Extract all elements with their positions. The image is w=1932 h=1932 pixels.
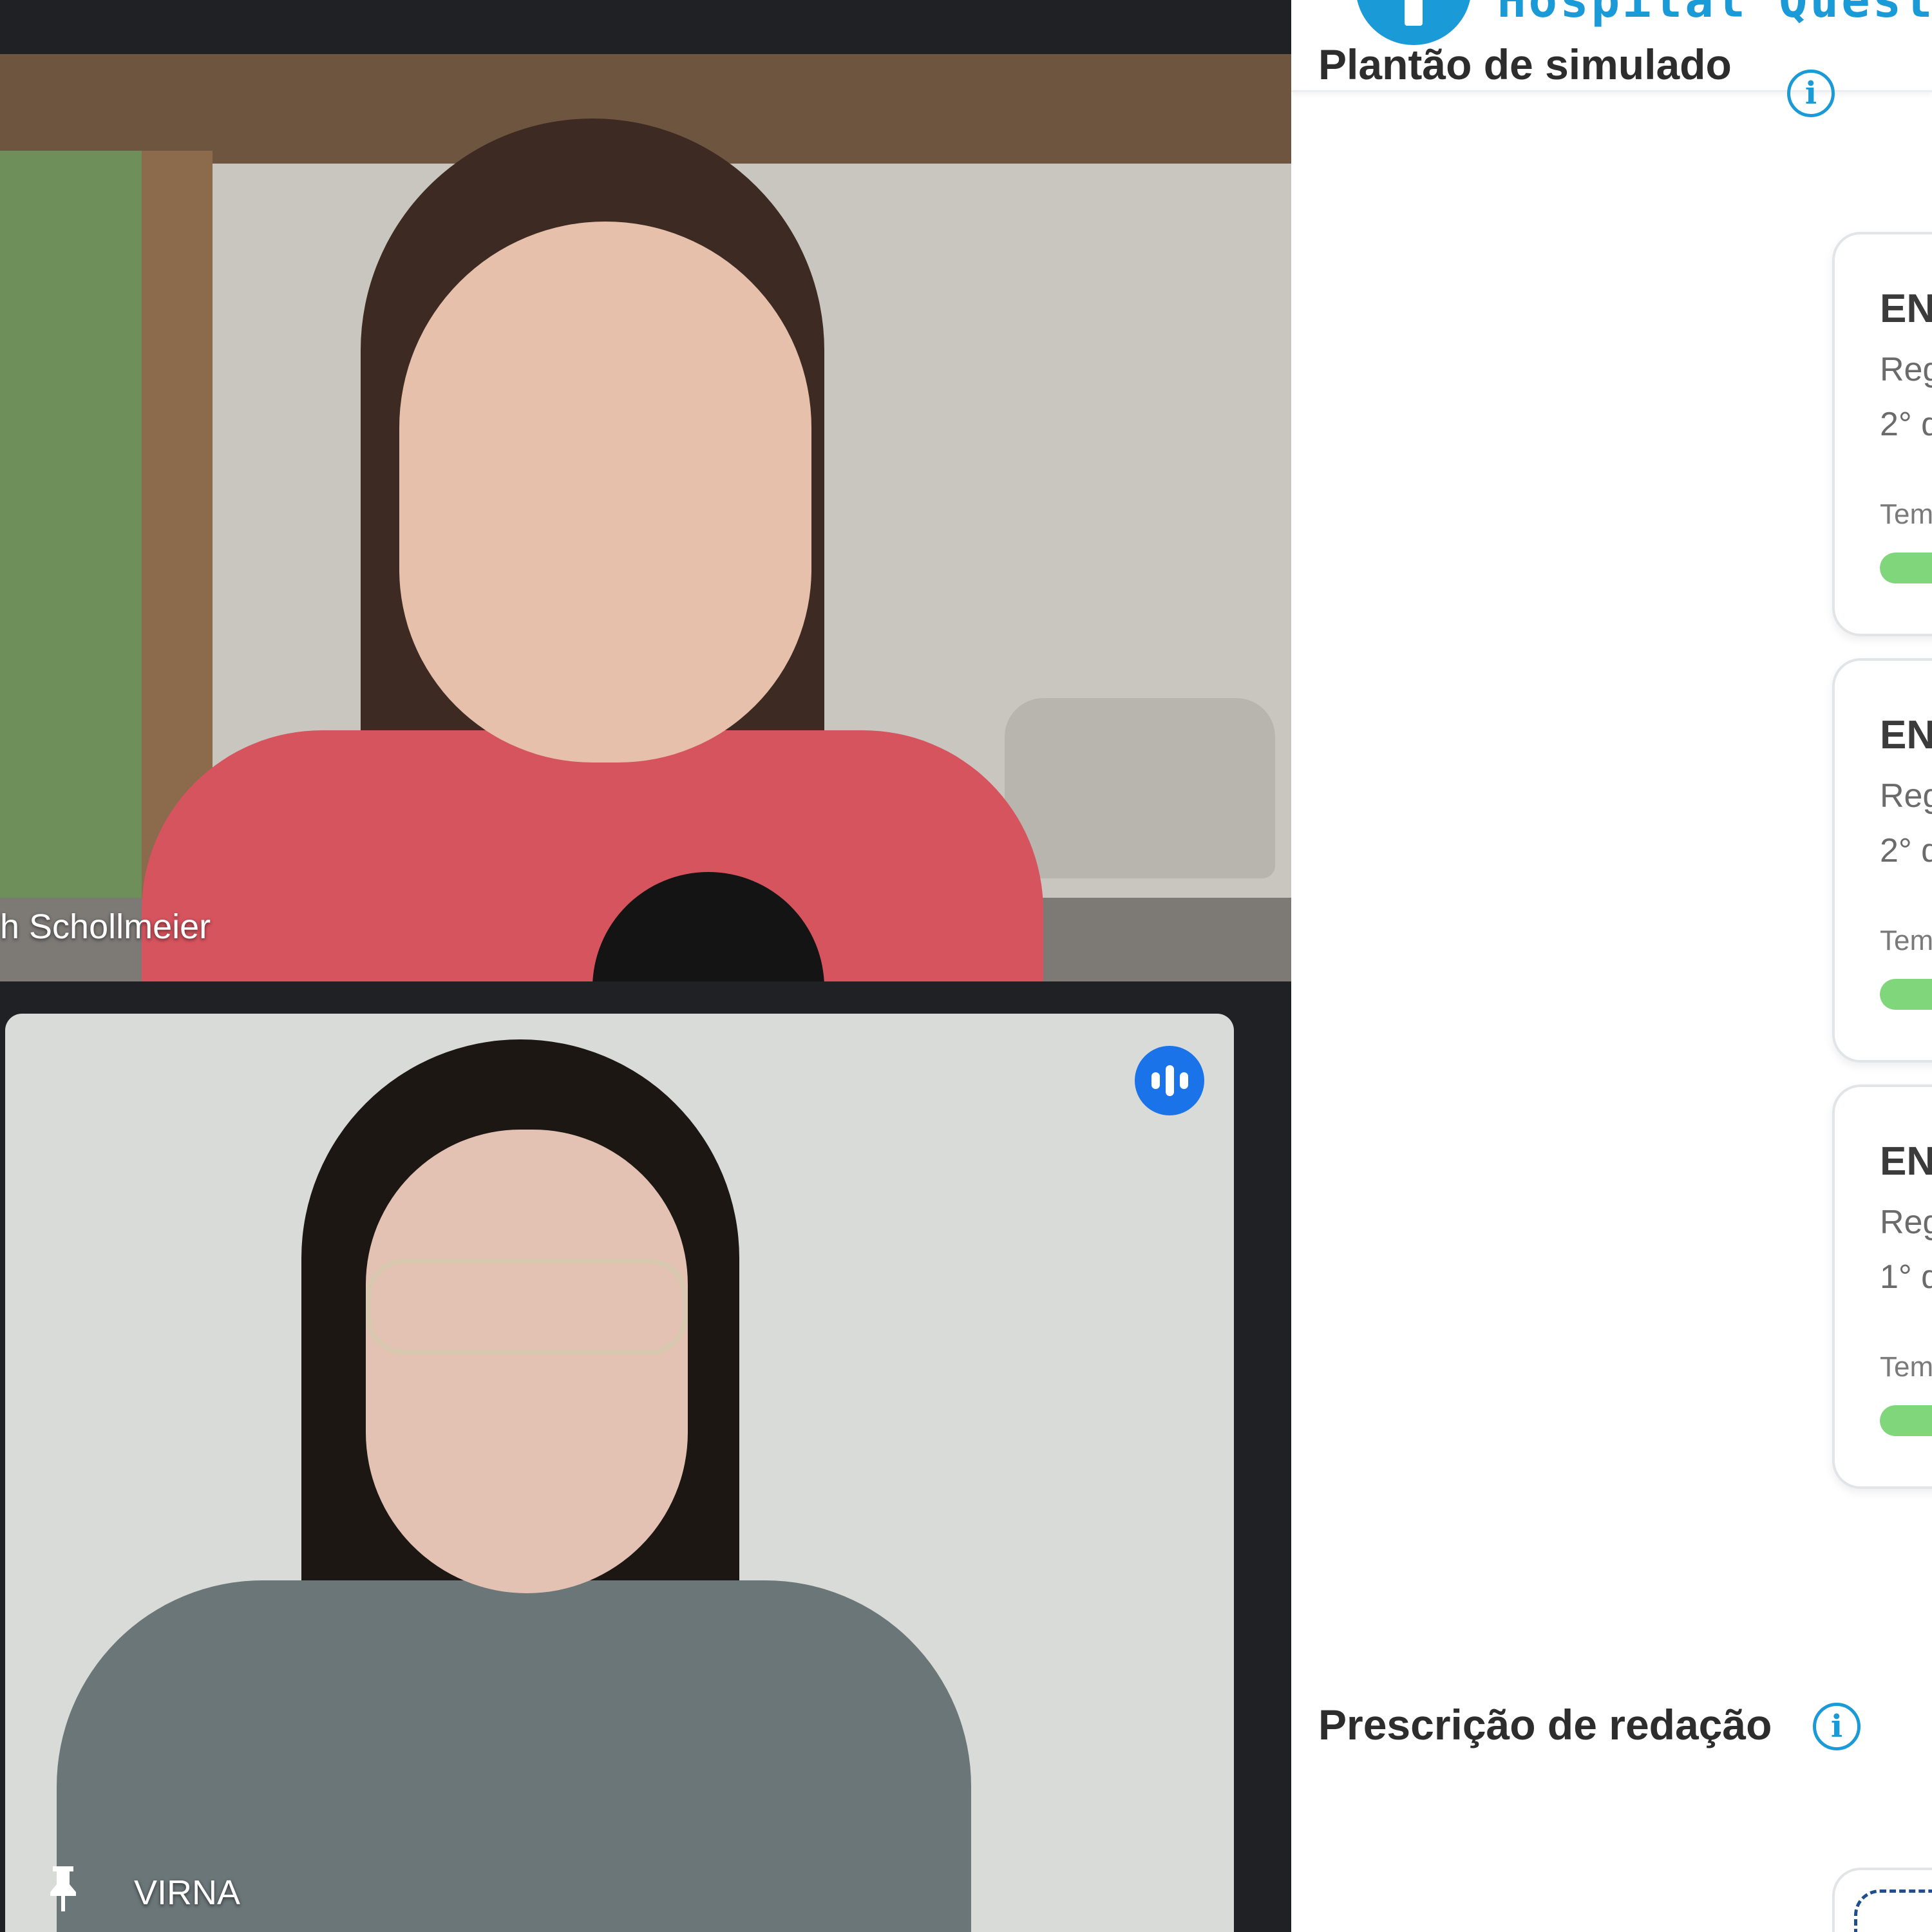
participant-tile[interactable]: VIRNA xyxy=(5,1014,1234,1932)
video-call-panel: h Schollmeier VIRNA xyxy=(0,0,1291,1932)
exam-card[interactable]: EN Reg 2° d Tem xyxy=(1832,658,1932,1063)
exam-card[interactable]: EN Reg 2° d Tem xyxy=(1832,232,1932,636)
card-line: Reg xyxy=(1880,1204,1932,1241)
participant-name: h Schollmeier xyxy=(0,907,211,946)
card-line: Reg xyxy=(1880,777,1932,815)
card-time-label: Tem xyxy=(1880,498,1932,530)
card-title: EN xyxy=(1880,287,1932,331)
section-title: Prescrição de redação xyxy=(1318,1701,1772,1748)
participant-name: VIRNA xyxy=(134,1873,241,1912)
info-icon[interactable]: i xyxy=(1813,1703,1861,1750)
card-time-label: Tem xyxy=(1880,925,1932,956)
card-time-label: Tem xyxy=(1880,1351,1932,1383)
participant-face xyxy=(399,222,811,762)
progress-bar xyxy=(1880,1405,1932,1436)
participant-tile[interactable]: h Schollmeier xyxy=(0,54,1291,981)
exam-card[interactable]: EN Reg 1° d Tem xyxy=(1832,1084,1932,1489)
add-card[interactable] xyxy=(1832,1868,1932,1932)
participant-glasses xyxy=(366,1258,688,1355)
shared-screen: Hospital Quest Plantão de simulado i EN … xyxy=(1291,0,1932,1932)
dashed-placeholder xyxy=(1854,1889,1932,1932)
progress-bar-fill xyxy=(1880,553,1932,583)
pin-icon[interactable] xyxy=(44,1862,82,1914)
app-title: Hospital Quest xyxy=(1497,0,1932,28)
card-line: Reg xyxy=(1880,351,1932,388)
speaking-icon xyxy=(1135,1046,1204,1115)
card-line: 2° d xyxy=(1880,832,1932,869)
section-title: Plantão de simulado xyxy=(1318,41,1732,88)
card-line: 1° d xyxy=(1880,1258,1932,1296)
info-icon[interactable]: i xyxy=(1787,70,1835,117)
progress-bar-fill xyxy=(1880,1405,1932,1436)
card-title: EN xyxy=(1880,1139,1932,1184)
progress-bar xyxy=(1880,979,1932,1010)
background-window xyxy=(0,151,142,911)
progress-bar-fill xyxy=(1880,979,1932,1010)
participant-body xyxy=(142,730,1043,981)
card-line: 2° d xyxy=(1880,406,1932,443)
background-chair xyxy=(1005,698,1275,878)
progress-bar xyxy=(1880,553,1932,583)
hospital-cross-icon[interactable] xyxy=(1356,0,1472,45)
participant-face xyxy=(366,1130,688,1593)
card-title: EN xyxy=(1880,713,1932,757)
